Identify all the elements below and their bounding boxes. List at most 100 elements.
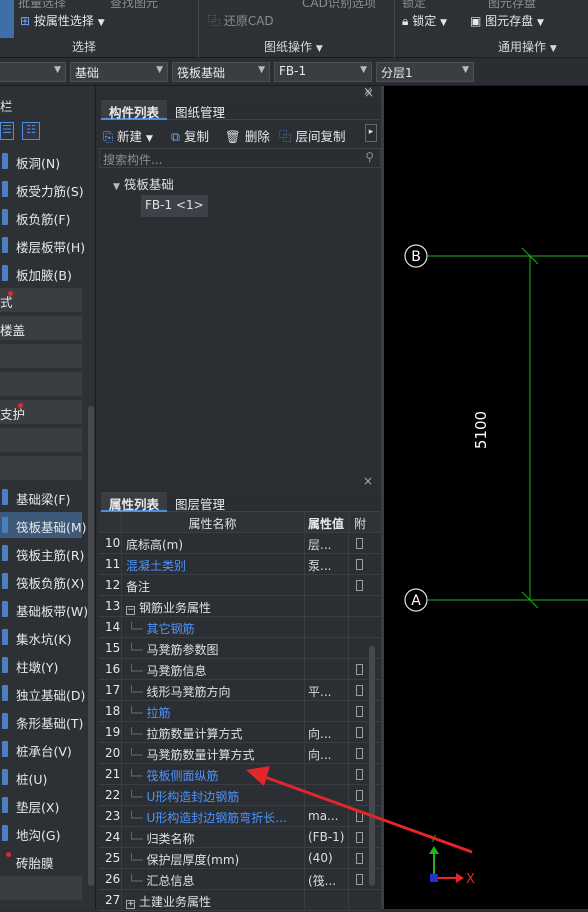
select-by-attr-button[interactable]: ⊞ 按属性选择 ▼ (20, 12, 105, 29)
select-tool-icon[interactable] (0, 0, 14, 38)
property-value[interactable]: (FB-1) (304, 827, 348, 848)
property-value[interactable] (304, 701, 348, 722)
nav-section[interactable] (0, 344, 82, 368)
lock-top-button[interactable]: 锁定 (402, 0, 426, 11)
table-row[interactable]: 17 └─ 线形马凳筋方向 平... (99, 680, 381, 701)
save-element-button[interactable]: ▣ 图元存盘 ▼ (470, 12, 544, 29)
nav-item[interactable]: 楼层板带(H) (0, 232, 86, 258)
tree-root[interactable]: ▼ 筏板基础 (113, 174, 174, 193)
table-row[interactable]: 14 └─ 其它钢筋 (99, 617, 381, 638)
more-icon[interactable]: ▸ (365, 124, 377, 142)
nav-item[interactable]: 砖胎膜 (0, 848, 86, 874)
nav-item[interactable]: 集水坑(K) (0, 624, 86, 650)
property-value[interactable]: (筏... (304, 869, 348, 890)
expand-icon[interactable]: + (126, 900, 135, 909)
new-button[interactable]: ⎘ 新建 ▼ (103, 126, 153, 145)
detail-view-icon[interactable]: ☷ (22, 122, 40, 140)
property-value[interactable] (304, 764, 348, 785)
props-scrollbar[interactable] (369, 646, 375, 886)
checkbox[interactable] (356, 811, 363, 822)
table-row[interactable]: 10 底标高(m) 层... (99, 533, 381, 554)
cad-canvas[interactable]: B A 5100 X Y (384, 86, 588, 909)
tab-layer-mgmt[interactable]: 图层管理 (167, 492, 233, 512)
nav-item[interactable]: 桩承台(V) (0, 736, 86, 762)
checkbox[interactable] (356, 832, 363, 843)
nav-item[interactable]: 筏板主筋(R) (0, 540, 86, 566)
tab-drawing-mgmt[interactable]: 图纸管理 (167, 100, 233, 120)
batch-select-button[interactable]: 批量选择 (18, 0, 66, 11)
table-row[interactable]: 12 备注 (99, 575, 381, 596)
nav-item[interactable]: 板负筋(F) (0, 204, 86, 230)
nav-section[interactable] (0, 372, 82, 396)
table-row[interactable]: 15 └─ 马凳筋参数图 (99, 638, 381, 659)
table-row[interactable]: 27 + 土建业务属性 (99, 890, 381, 911)
property-value[interactable]: (40) (304, 848, 348, 869)
table-row[interactable]: 25 └─ 保护层厚度(mm) (40) (99, 848, 381, 869)
property-value[interactable] (304, 659, 348, 680)
property-value[interactable] (304, 890, 348, 911)
nav-item[interactable]: 板受力筋(S) (0, 176, 86, 202)
nav-item[interactable]: 地沟(G) (0, 820, 86, 846)
lock-button[interactable]: 🔒︎ 锁定 ▼ (402, 12, 447, 29)
nav-section[interactable] (0, 428, 82, 452)
copy-button[interactable]: ⧉ 复制 (171, 126, 209, 145)
type-select[interactable]: 筏板基础 ▼ (172, 62, 270, 82)
property-value[interactable] (304, 617, 348, 638)
nav-section[interactable] (0, 876, 82, 900)
checkbox[interactable] (356, 664, 363, 675)
nav-section[interactable]: 支护 (0, 400, 82, 424)
property-value[interactable]: 平... (304, 680, 348, 701)
tab-component-list[interactable]: 构件列表 (101, 100, 168, 120)
checkbox[interactable] (356, 769, 363, 780)
nav-scrollbar[interactable] (88, 406, 94, 886)
property-value[interactable] (304, 638, 348, 659)
property-value[interactable]: 泵... (304, 554, 348, 575)
floor-select[interactable]: ▼ (0, 62, 66, 82)
copy-between-floors-button[interactable]: ⿻层间复制 (279, 126, 346, 145)
close-icon[interactable]: × (364, 86, 374, 100)
splitter[interactable] (381, 86, 384, 909)
checkbox[interactable] (356, 727, 363, 738)
checkbox[interactable] (356, 580, 363, 591)
restore-cad-button[interactable]: ⿻ 还原CAD (208, 12, 274, 29)
table-row[interactable]: 19 └─ 拉筋数量计算方式 向... (99, 722, 381, 743)
property-value[interactable]: 层... (304, 533, 348, 554)
table-row[interactable]: 23 └─ U形构造封边钢筋弯折长... ma... (99, 806, 381, 827)
nav-item[interactable]: 板洞(N) (0, 148, 86, 174)
property-value[interactable] (304, 785, 348, 806)
category-select[interactable]: 基础 ▼ (70, 62, 168, 82)
table-row[interactable]: 20 └─ 马凳筋数量计算方式 向... (99, 743, 381, 764)
table-row[interactable]: 22 └─ U形构造封边钢筋 (99, 785, 381, 806)
nav-section[interactable]: 楼盖 (0, 316, 82, 340)
component-select[interactable]: FB-1 ▼ (274, 62, 372, 82)
nav-item[interactable]: 基础板带(W) (0, 596, 88, 622)
list-view-icon[interactable]: ☰ (0, 122, 14, 140)
close-icon[interactable]: × (363, 474, 373, 488)
table-row[interactable]: 21 └─ 筏板侧面纵筋 (99, 764, 381, 785)
checkbox[interactable] (356, 538, 363, 549)
checkbox[interactable] (356, 559, 363, 570)
layer-select[interactable]: 分层1 ▼ (376, 62, 474, 82)
nav-item[interactable]: 基础梁(F) (0, 484, 86, 510)
nav-section[interactable]: 式 (0, 288, 82, 312)
search-icon[interactable]: ⚲ (365, 150, 374, 164)
property-value[interactable]: 向... (304, 722, 348, 743)
find-element-button[interactable]: 查找图元 (110, 0, 158, 11)
delete-button[interactable]: 🗑︎ 删除 (225, 126, 270, 145)
tree-item-fb1[interactable]: FB-1 <1> (141, 195, 208, 217)
property-value[interactable] (304, 596, 348, 617)
table-row[interactable]: 16 └─ 马凳筋信息 (99, 659, 381, 680)
collapse-icon[interactable]: − (126, 606, 135, 615)
cad-options-button[interactable]: CAD识别选项 (302, 0, 376, 11)
table-row[interactable]: 18 └─ 拉筋 (99, 701, 381, 722)
nav-item[interactable]: 板加腋(B) (0, 260, 86, 286)
nav-item[interactable]: 柱墩(Y) (0, 652, 86, 678)
table-row[interactable]: 11 混凝土类别 泵... (99, 554, 381, 575)
save-top-button[interactable]: 图元存盘 (488, 0, 536, 11)
checkbox[interactable] (356, 706, 363, 717)
nav-item[interactable]: 垫层(X) (0, 792, 86, 818)
checkbox[interactable] (356, 748, 363, 759)
nav-section[interactable] (0, 456, 82, 480)
nav-item[interactable]: 条形基础(T) (0, 708, 86, 734)
table-row[interactable]: 24 └─ 归类名称 (FB-1) (99, 827, 381, 848)
